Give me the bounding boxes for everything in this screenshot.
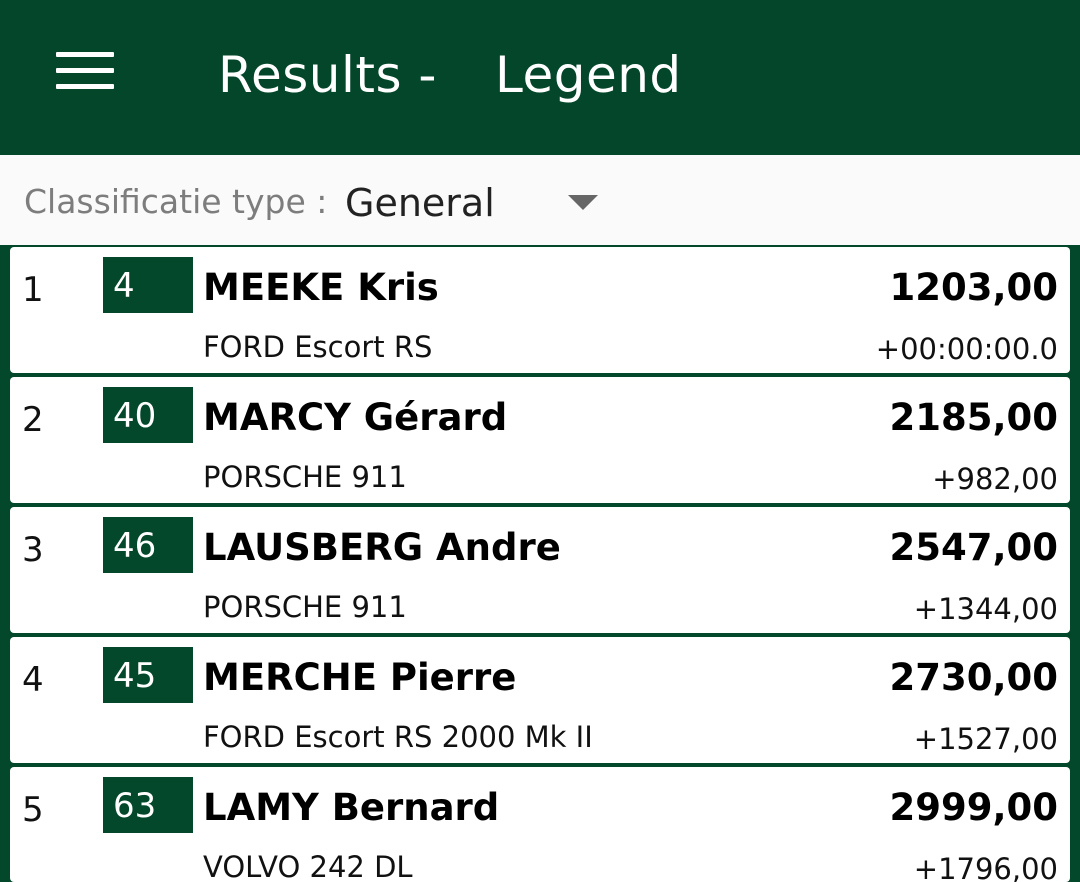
result-row[interactable]: 3 46 LAUSBERG Andre 2547,00 PORSCHE 911 … [10, 507, 1070, 633]
result-row[interactable]: 4 45 MERCHE Pierre 2730,00 FORD Escort R… [10, 637, 1070, 763]
result-difference: +1344,00 [913, 592, 1058, 626]
classification-type-value: General [345, 181, 495, 225]
driver-name: MARCY Gérard [203, 396, 508, 439]
car-number-badge: 4 [103, 257, 193, 313]
car-model: VOLVO 242 DL [203, 850, 413, 882]
result-position: 1 [22, 270, 44, 310]
result-points: 2185,00 [889, 396, 1058, 439]
car-model: PORSCHE 911 [203, 590, 407, 624]
result-position: 4 [22, 660, 44, 700]
car-number: 40 [113, 396, 157, 436]
driver-name: LAUSBERG Andre [203, 526, 561, 569]
classification-type-select[interactable]: General [345, 173, 605, 229]
car-number: 45 [113, 656, 157, 696]
filter-bar: Classificatie type : General [0, 155, 1080, 245]
result-row[interactable]: 5 63 LAMY Bernard 2999,00 VOLVO 242 DL +… [10, 767, 1070, 882]
caret-down-icon [568, 195, 598, 210]
driver-name: MERCHE Pierre [203, 656, 517, 699]
result-points: 2547,00 [889, 526, 1058, 569]
page-subtitle: Legend [495, 46, 682, 104]
driver-name: MEEKE Kris [203, 266, 439, 309]
classification-type-label: Classificatie type : [24, 182, 328, 221]
result-difference: +982,00 [932, 462, 1058, 496]
app-bar: Results - Legend [0, 0, 1080, 155]
car-number-badge: 40 [103, 387, 193, 443]
result-difference: +1527,00 [913, 722, 1058, 756]
result-points: 2999,00 [889, 786, 1058, 829]
result-position: 2 [22, 400, 44, 440]
result-row[interactable]: 2 40 MARCY Gérard 2185,00 PORSCHE 911 +9… [10, 377, 1070, 503]
car-number: 63 [113, 786, 157, 826]
driver-name: LAMY Bernard [203, 786, 500, 829]
car-number: 4 [113, 266, 135, 306]
result-points: 2730,00 [889, 656, 1058, 699]
result-difference: +1796,00 [913, 852, 1058, 882]
car-number: 46 [113, 526, 157, 566]
car-number-badge: 46 [103, 517, 193, 573]
car-model: PORSCHE 911 [203, 460, 407, 494]
car-number-badge: 45 [103, 647, 193, 703]
result-row[interactable]: 1 4 MEEKE Kris 1203,00 FORD Escort RS +0… [10, 247, 1070, 373]
result-points: 1203,00 [889, 266, 1058, 309]
car-model: FORD Escort RS [203, 330, 433, 364]
result-position: 5 [22, 790, 44, 830]
result-position: 3 [22, 530, 44, 570]
result-difference: +00:00:00.0 [875, 332, 1058, 366]
car-number-badge: 63 [103, 777, 193, 833]
hamburger-menu-icon[interactable] [56, 52, 114, 92]
page-title: Results - [218, 46, 437, 104]
car-model: FORD Escort RS 2000 Mk II [203, 720, 593, 754]
